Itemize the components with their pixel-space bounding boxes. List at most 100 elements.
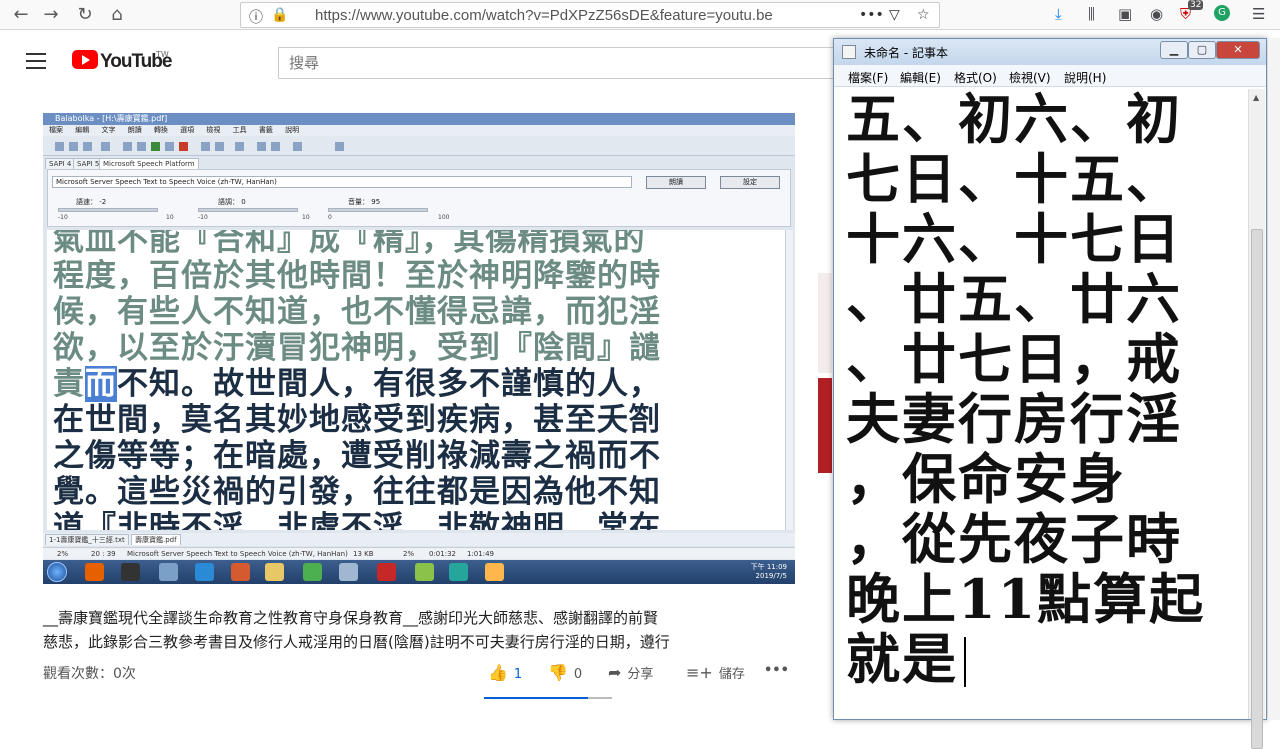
related-videos-edge [818,113,832,720]
dislike-button[interactable]: 👎 0 [548,663,582,682]
pitch-label: 語調： 0 [218,198,246,206]
tab-sapi4: SAPI 4 [45,158,76,169]
menu-item: 書籤 [258,126,273,134]
scale-min: 0 [328,214,332,221]
download-icon[interactable]: ⤓ [1055,5,1062,23]
doc-tab: 壽康寶鑑.pdf [131,534,181,545]
play-icon [151,142,160,151]
notepad-scrollbar[interactable]: ▲ [1248,89,1265,749]
doc-tab: 1-1壽康寶鑑_十三經.txt [45,534,129,545]
balabolka-menu: 檔案 編輯 文字 朗讀 轉換 選項 檢視 工具 書籤 說明 [43,125,795,136]
like-bar [484,697,588,699]
notepad-titlebar[interactable]: 未命名 - 記事本 ▁ ▢ ✕ [834,39,1266,65]
document-tabs: 1-1壽康寶鑑_十三經.txt 壽康寶鑑.pdf [43,533,795,546]
scroll-up-icon[interactable]: ▲ [1253,93,1259,102]
text-line: 之傷等等；在暗處，遭受削祿減壽之禍而不 [53,438,661,474]
menu-item: 檢視 [206,126,221,134]
url-text[interactable]: https://www.youtube.com/watch?v=PdXPzZ56… [315,7,773,24]
status-voice: Microsoft Server Speech Text to Speech V… [127,550,348,558]
text-line: ，從先夜子時 [846,507,1182,571]
menu-icon[interactable]: ☰ [1252,5,1265,23]
youtube-header: YouTube TW [0,31,838,95]
taskbar-clock: 下午 11:09 2019/7/5 [750,563,787,580]
app-icon [415,563,434,581]
video-player[interactable]: Balabolka - [H:\壽康寶鑑.pdf] 檔案 編輯 文字 朗讀 轉換… [43,113,795,584]
status-percent: 2% [57,550,69,558]
volume-label: 音量： 95 [348,198,381,206]
star-icon[interactable]: ☆ [917,7,930,23]
rate-label: 語速： -2 [76,198,107,206]
save-button[interactable]: ≡+ 儲存 [686,663,745,682]
guide-menu-icon[interactable] [26,53,46,69]
more-actions-icon[interactable]: ••• [764,663,789,678]
notepad-window[interactable]: 未命名 - 記事本 ▁ ▢ ✕ 檔案(F) 編輯(E) 格式(O) 檢視(V) … [833,38,1267,749]
forward-icon [215,142,224,151]
youtube-logo-icon[interactable] [72,50,98,69]
app-icon [339,563,358,581]
thumbnail [818,378,832,473]
library-icon[interactable]: ⫼ [1088,5,1095,23]
sidebar-icon[interactable]: ▣ [1118,5,1132,23]
more-icon[interactable]: ••• [859,7,884,23]
thumbs-down-icon: 👎 [548,663,568,682]
voice-panel: Microsoft Server Speech Text to Speech V… [47,169,791,227]
page-scrollbar[interactable] [1268,38,1280,720]
tab-speech-platform: Microsoft Speech Platform [99,158,199,169]
forward-icon[interactable]: → [38,3,64,27]
text-line: 覺。這些災禍的引發，往往都是因為他不知 [53,474,661,510]
notepad-text-area[interactable]: 五、初六、初 七日、十五、 十六、十七日 、廿五、廿六 、廿七日，戒 夫妻行房行… [840,89,1250,719]
menu-item: 檔案 [49,126,63,134]
firefox-icon [85,563,104,581]
menu-file[interactable]: 檔案(F) [848,69,888,86]
menu-edit[interactable]: 編輯(E) [900,69,941,86]
url-bar[interactable]: ⓘ 🔒 https://www.youtube.com/watch?v=PdXP… [240,2,940,28]
like-button[interactable]: 👍 1 [488,663,522,682]
menu-help[interactable]: 說明(H) [1064,69,1106,86]
loop-icon [235,142,244,151]
windows-taskbar: 下午 11:09 2019/7/5 [43,560,795,584]
home-icon[interactable]: ⌂ [104,3,130,27]
start-icon [47,562,67,582]
menu-item: 朗讀 [127,126,142,134]
share-button[interactable]: ➦ 分享 [608,663,653,682]
notepad-icon [842,45,856,59]
zoom-icon [257,142,266,151]
status-percent-2: 2% [403,550,415,558]
search-input[interactable] [279,48,837,78]
text-line: ，保命安身 [846,447,1126,511]
status-size: 13 KB [353,550,374,558]
balabolka-toolbar [43,136,795,156]
search-box[interactable] [278,47,838,79]
text-line: 道『非時不淫，非處不淫，非敬神明，常在 [53,510,661,530]
help-icon [335,142,344,151]
app-icon [231,563,250,581]
scale-max: 10 [166,214,174,221]
back-icon[interactable]: ← [8,3,34,27]
info-icon[interactable]: ⓘ [249,7,263,27]
text-line: 夫妻行房行淫 [846,387,1182,451]
extension-icon-2[interactable]: G [1214,5,1230,21]
reload-icon[interactable]: ↻ [72,3,98,27]
sync-icon[interactable]: ◉ [1150,5,1163,23]
close-button[interactable]: ✕ [1216,41,1260,59]
menu-format[interactable]: 格式(O) [954,69,997,86]
pocket-icon[interactable]: ▽ [889,7,900,23]
maximize-button[interactable]: ▢ [1188,41,1216,59]
scrollbar-thumb[interactable] [1251,229,1263,749]
balabolka-status: 2% 20 : 39 Microsoft Server Speech Text … [43,547,795,559]
font-icon [271,142,280,151]
menu-item: 轉換 [153,126,168,134]
save-icon [83,142,92,151]
thumbs-up-icon: 👍 [488,663,508,682]
voice-select: Microsoft Server Speech Text to Speech V… [52,176,632,188]
text-line: 欲，以至於汙瀆冒犯神明，受到『陰間』譴 [53,330,661,366]
text-line: 氣血不能『合和』成『精』，其傷精損氣的 [53,230,646,258]
text-line: 、廿五、廿六 [846,267,1182,331]
dislike-bar [588,697,612,699]
menu-item: 編輯 [75,126,90,134]
video-title: __壽康寶鑑現代全譯談生命教育之性教育守身保身教育__感謝印光大師慈悲、感謝翻譯… [43,609,670,651]
minimize-button[interactable]: ▁ [1160,41,1188,59]
menu-view[interactable]: 檢視(V) [1009,69,1051,86]
notepad-title: 未命名 - 記事本 [864,46,948,60]
thumbnail [818,273,832,373]
